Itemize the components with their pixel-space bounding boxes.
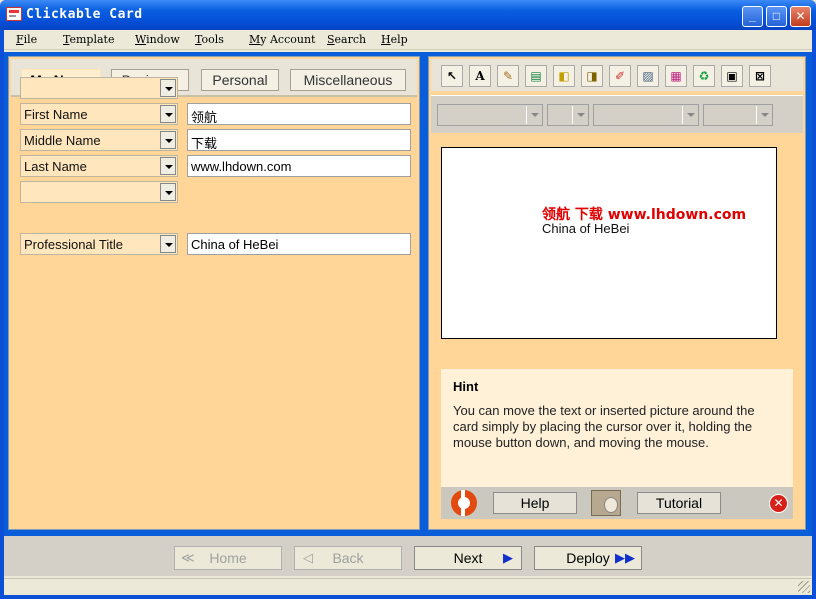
text-icon[interactable]: A — [469, 65, 491, 87]
first-name-input[interactable]: 领航 — [187, 103, 411, 125]
status-bar — [4, 578, 812, 595]
title-bar[interactable]: Clickable Card _ □ ✕ — [0, 0, 816, 30]
deploy-label: Deploy — [566, 550, 610, 566]
menu-window[interactable]: Window — [135, 33, 180, 46]
dropdown-arrow-icon[interactable] — [160, 79, 176, 97]
menu-tools[interactable]: Tools — [195, 33, 224, 46]
right-arrow-icon: ▶ — [503, 550, 513, 565]
menu-my-account[interactable]: My Account — [249, 33, 315, 46]
tab-miscellaneous[interactable]: Miscellaneous — [290, 69, 406, 91]
fit-icon[interactable]: ▣ — [721, 65, 743, 87]
image-icon[interactable]: ▨ — [637, 65, 659, 87]
dropdown-arrow-icon[interactable] — [756, 106, 771, 124]
layer-icon[interactable]: ▤ — [525, 65, 547, 87]
back-label: Back — [332, 550, 364, 566]
close-hint-icon[interactable]: ✕ — [769, 494, 788, 513]
tab-personal[interactable]: Personal — [201, 69, 279, 91]
window-title: Clickable Card — [26, 7, 143, 22]
field-label-select-1[interactable] — [20, 77, 178, 99]
font-style-select[interactable] — [593, 104, 699, 126]
grid-icon[interactable]: ⊠ — [749, 65, 771, 87]
minimize-button[interactable]: _ — [742, 6, 763, 27]
name-panel: My Name Business Personal Miscellaneous … — [8, 56, 420, 530]
eraser-icon[interactable]: ✐ — [609, 65, 631, 87]
client-area: File Template Window Tools My Account Se… — [4, 30, 812, 595]
dropdown-arrow-icon[interactable] — [526, 106, 541, 124]
font-color-select[interactable] — [703, 104, 773, 126]
hint-title: Hint — [453, 379, 479, 394]
next-button[interactable]: Next ▶ — [414, 546, 522, 570]
middle-name-input[interactable]: 下载 — [187, 129, 411, 151]
card-preview[interactable]: 领航 下载 www.lhdown.com China of HeBei — [441, 147, 777, 339]
bring-front-icon[interactable]: ◧ — [553, 65, 575, 87]
pointer-icon[interactable]: ↖ — [441, 65, 463, 87]
dropdown-arrow-icon[interactable] — [572, 106, 587, 124]
select-label: Middle Name — [24, 133, 101, 148]
tutorial-button[interactable]: Tutorial — [637, 492, 721, 514]
menu-help[interactable]: Help — [381, 33, 408, 46]
edit-icon[interactable]: ✎ — [497, 65, 519, 87]
select-label: Professional Title — [24, 237, 123, 252]
field-label-select-middle-name[interactable]: Middle Name — [20, 129, 178, 151]
home-button[interactable]: ≪ Home — [174, 546, 282, 570]
font-family-select[interactable] — [437, 104, 543, 126]
field-label-select-5[interactable] — [20, 181, 178, 203]
send-back-icon[interactable]: ◨ — [581, 65, 603, 87]
card-designer-panel: ↖ A ✎ ▤ ◧ ◨ ✐ ▨ ▦ ♻ ▣ ⊠ 领航 下载 www.lhdown… — [428, 56, 806, 530]
dropdown-arrow-icon[interactable] — [160, 157, 176, 175]
menu-search[interactable]: Search — [327, 33, 366, 46]
home-label: Home — [209, 550, 247, 566]
recycle-icon[interactable]: ♻ — [693, 65, 715, 87]
hint-body: You can move the text or inserted pictur… — [453, 403, 755, 450]
hint-box: Hint You can move the text or inserted p… — [441, 369, 793, 487]
field-label-select-first-name[interactable]: First Name — [20, 103, 178, 125]
app-window: Clickable Card _ □ ✕ File Template Windo… — [0, 0, 816, 599]
resize-grip-icon[interactable] — [798, 581, 810, 593]
font-size-select[interactable] — [547, 104, 589, 126]
next-label: Next — [453, 550, 483, 566]
last-name-input[interactable]: www.lhdown.com — [187, 155, 411, 177]
font-bar — [431, 95, 803, 133]
menu-file[interactable]: File — [16, 33, 37, 46]
hint-bar: Help Tutorial ✕ — [441, 487, 793, 519]
lifebuoy-icon[interactable] — [451, 490, 477, 516]
left-arrow-icon: ◁ — [303, 550, 313, 565]
deploy-button[interactable]: Deploy ▶▶ — [534, 546, 642, 570]
dropdown-arrow-icon[interactable] — [160, 183, 176, 201]
close-button[interactable]: ✕ — [790, 6, 811, 27]
double-right-arrow-icon: ▶▶ — [615, 550, 635, 565]
design-toolbar: ↖ A ✎ ▤ ◧ ◨ ✐ ▨ ▦ ♻ ▣ ⊠ — [431, 59, 803, 91]
menu-template[interactable]: Template — [63, 33, 114, 46]
menu-bar: File Template Window Tools My Account Se… — [4, 30, 812, 50]
dropdown-arrow-icon[interactable] — [160, 105, 176, 123]
wizard-nav-bar: ≪ Home ◁ Back Next ▶ Deploy ▶▶ — [4, 536, 812, 576]
dropdown-arrow-icon[interactable] — [682, 106, 697, 124]
professional-title-input[interactable]: China of HeBei — [187, 233, 411, 255]
app-icon — [6, 7, 22, 21]
field-label-select-professional-title[interactable]: Professional Title — [20, 233, 178, 255]
color-palette-icon[interactable]: ▦ — [665, 65, 687, 87]
help-button[interactable]: Help — [493, 492, 577, 514]
dropdown-arrow-icon[interactable] — [160, 235, 176, 253]
work-area: My Name Business Personal Miscellaneous … — [4, 52, 812, 536]
back-button[interactable]: ◁ Back — [294, 546, 402, 570]
select-label: Last Name — [24, 159, 87, 174]
video-tutorial-icon[interactable] — [591, 490, 621, 516]
maximize-button[interactable]: □ — [766, 6, 787, 27]
select-label: First Name — [24, 107, 88, 122]
dropdown-arrow-icon[interactable] — [160, 131, 176, 149]
field-label-select-last-name[interactable]: Last Name — [20, 155, 178, 177]
card-text-line-2[interactable]: China of HeBei — [542, 221, 629, 236]
double-left-arrow-icon: ≪ — [181, 550, 195, 565]
